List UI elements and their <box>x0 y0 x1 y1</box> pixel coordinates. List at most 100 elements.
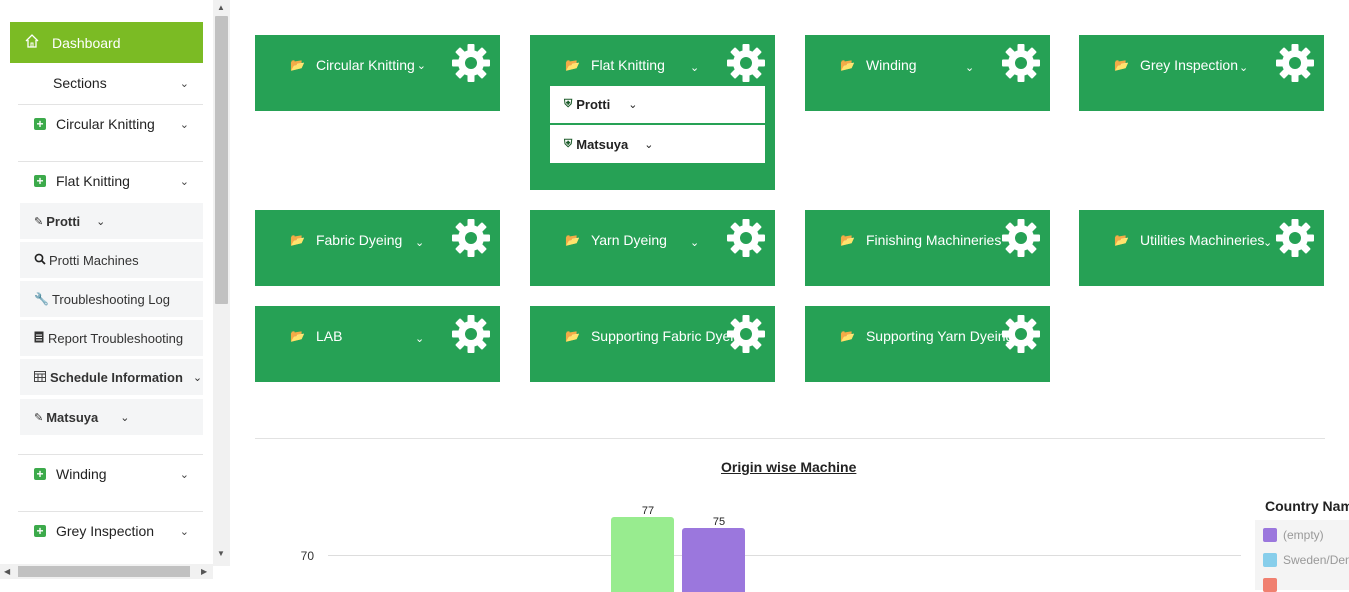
sidebar-item-label: Circular Knitting <box>56 116 155 132</box>
paperclip-icon: ✎ <box>34 411 44 424</box>
dropdown-item-label: Protti <box>576 97 611 112</box>
sidebar-item-label: Grey Inspection <box>56 523 155 539</box>
chevron-down-icon: ⌄ <box>120 411 130 424</box>
sidebar-item-dashboard[interactable]: Dashboard <box>10 22 203 63</box>
bar[interactable] <box>682 528 745 592</box>
chevron-down-icon[interactable]: ⌄ <box>965 61 974 74</box>
chevron-down-icon[interactable]: ⌄ <box>415 332 424 345</box>
section-tile[interactable]: 📂 Utilities Machineries ⌄ <box>1079 210 1324 286</box>
wrench-icon: 🔧 <box>34 292 49 306</box>
tile-label: 📂 LAB <box>290 328 342 344</box>
chevron-down-icon: ⌄ <box>179 175 189 188</box>
folder-open-icon: 📂 <box>565 329 580 343</box>
section-tile[interactable]: 📂 Finishing Machineries <box>805 210 1050 286</box>
chevron-down-icon[interactable]: ⌄ <box>415 236 424 249</box>
dropdown-item[interactable]: ⛨ Matsuya ⌄ <box>550 125 765 163</box>
gear-icon[interactable] <box>1001 43 1041 83</box>
chevron-down-icon[interactable]: ⌄ <box>690 61 699 74</box>
folder-open-icon: 📂 <box>565 233 580 247</box>
sidebar-subitem-protti[interactable]: ✎ Protti ⌄ <box>20 203 203 239</box>
sidebar-item-grey-inspection[interactable]: + Grey Inspection ⌄ <box>18 521 203 541</box>
tile-label: 📂 Fabric Dyeing <box>290 232 402 248</box>
search-icon <box>34 253 46 268</box>
plus-icon: + <box>34 525 46 537</box>
gear-icon[interactable] <box>451 218 491 258</box>
sidebar-subitem-matsuya[interactable]: ✎ Matsuya ⌄ <box>20 399 203 435</box>
chevron-down-icon: ⌄ <box>96 215 106 228</box>
bars: 77 75 <box>611 505 745 592</box>
legend-item[interactable] <box>1263 578 1283 592</box>
folder-open-icon: 📂 <box>840 329 855 343</box>
chevron-down-icon: ⌄ <box>192 371 203 384</box>
sidebar-subitem-label: Matsuya <box>46 409 99 425</box>
gear-icon[interactable] <box>451 43 491 83</box>
folder-open-icon: 📂 <box>290 233 305 247</box>
tile-label-text: Grey Inspection <box>1139 57 1239 73</box>
section-tile[interactable]: 📂 Supporting Fabric Dyeing <box>530 306 775 382</box>
legend-item[interactable]: (empty) <box>1263 528 1324 542</box>
chevron-down-icon: ⌄ <box>628 99 638 111</box>
section-tile[interactable]: 📂 Grey Inspection ⌄ <box>1079 35 1324 111</box>
chevron-down-icon: ⌄ <box>179 77 189 90</box>
scrollbar-thumb[interactable] <box>215 16 228 304</box>
sidebar-item-label: Winding <box>56 466 107 482</box>
scroll-up-arrow-icon[interactable]: ▲ <box>217 3 225 12</box>
section-tile[interactable]: 📂 LAB ⌄ <box>255 306 500 382</box>
section-tile[interactable]: 📂 Circular Knitting ⌄ <box>255 35 500 111</box>
dropdown-item-label: Matsuya <box>576 136 629 152</box>
sidebar-subitem-label: Protti Machines <box>49 252 139 268</box>
tile-label: 📂 Grey Inspection <box>1114 57 1238 73</box>
tile-label: 📂 Finishing Machineries <box>840 232 1001 248</box>
chevron-down-icon: ⌄ <box>179 118 189 131</box>
shield-icon: ⛨ <box>564 98 573 110</box>
section-tile[interactable]: 📂 Flat Knitting ⌄ ⛨ Protti ⌄ ⛨ Matsuya ⌄ <box>530 35 775 190</box>
scroll-right-arrow-icon[interactable]: ▶ <box>201 567 207 576</box>
chevron-down-icon[interactable]: ⌄ <box>1239 61 1248 74</box>
section-tile[interactable]: 📂 Fabric Dyeing ⌄ <box>255 210 500 286</box>
folder-open-icon: 📂 <box>840 58 855 72</box>
gear-icon[interactable] <box>726 218 766 258</box>
tile-label: 📂 Yarn Dyeing <box>565 232 667 248</box>
gear-icon[interactable] <box>1001 314 1041 354</box>
folder-open-icon: 📂 <box>1114 233 1129 247</box>
section-tile[interactable]: 📂 Winding ⌄ <box>805 35 1050 111</box>
tile-label: 📂 Flat Knitting <box>565 57 665 73</box>
sidebar-item-flat-knitting[interactable]: + Flat Knitting ⌄ <box>18 171 203 191</box>
chevron-down-icon[interactable]: ⌄ <box>690 236 699 249</box>
folder-open-icon: 📂 <box>1114 58 1129 72</box>
section-tile[interactable]: 📂 Yarn Dyeing ⌄ <box>530 210 775 286</box>
gear-icon[interactable] <box>451 314 491 354</box>
sidebar-horizontal-scrollbar[interactable]: ◀ ▶ <box>0 564 213 579</box>
divider <box>255 438 1325 439</box>
plus-icon: + <box>34 118 46 130</box>
tile-label: 📂 Supporting Fabric Dyeing <box>565 328 749 344</box>
gear-icon[interactable] <box>726 43 766 83</box>
section-tile[interactable]: 📂 Supporting Yarn Dyeing <box>805 306 1050 382</box>
sidebar-subitem-schedule-information[interactable]: Schedule Information ⌄ <box>20 359 203 395</box>
chevron-down-icon[interactable]: ⌄ <box>417 59 426 72</box>
sidebar-item-winding[interactable]: + Winding ⌄ <box>18 464 203 484</box>
legend-item[interactable]: Sweden/Den <box>1263 553 1349 567</box>
sidebar-vertical-scrollbar[interactable]: ▲ ▼ <box>213 0 230 566</box>
sidebar-item-label: Flat Knitting <box>56 173 130 189</box>
scroll-left-arrow-icon[interactable]: ◀ <box>4 567 10 576</box>
gear-icon[interactable] <box>1275 43 1315 83</box>
sidebar-subitem-report-troubleshooting[interactable]: Report Troubleshooting <box>20 320 203 356</box>
gear-icon[interactable] <box>1001 218 1041 258</box>
bar[interactable] <box>611 517 674 592</box>
plus-icon: + <box>34 175 46 187</box>
gear-icon[interactable] <box>1275 218 1315 258</box>
sidebar-subitem-label: Report Troubleshooting <box>48 330 184 346</box>
sidebar-subitem-protti-machines[interactable]: Protti Machines <box>20 242 203 278</box>
sidebar-item-circular-knitting[interactable]: + Circular Knitting ⌄ <box>18 114 203 134</box>
scrollbar-thumb[interactable] <box>18 566 190 577</box>
tile-label-text: Flat Knitting <box>590 57 665 73</box>
dropdown-item[interactable]: ⛨ Protti ⌄ <box>550 86 765 124</box>
scroll-down-arrow-icon[interactable]: ▼ <box>217 549 225 558</box>
sidebar-item-sections[interactable]: Sections ⌄ <box>18 73 203 93</box>
gear-icon[interactable] <box>726 314 766 354</box>
sidebar-subitem-label: Protti <box>46 213 81 229</box>
chevron-down-icon[interactable]: ⌄ <box>1263 236 1272 249</box>
legend-label: (empty) <box>1283 528 1324 542</box>
sidebar-subitem-troubleshooting-log[interactable]: 🔧 Troubleshooting Log <box>20 281 203 317</box>
